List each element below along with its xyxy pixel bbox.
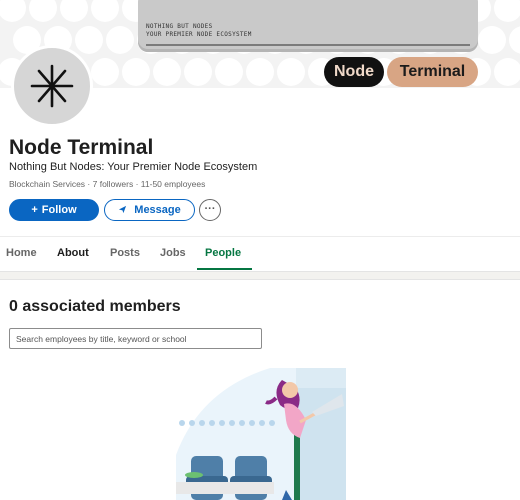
follow-button[interactable]: + Follow <box>9 199 99 221</box>
banner-dot <box>478 26 506 54</box>
banner-dot <box>91 58 119 86</box>
tab-jobs[interactable]: Jobs <box>160 247 186 259</box>
section-separator <box>0 271 520 280</box>
banner-dot <box>122 58 150 86</box>
members-count-heading: 0 associated members <box>9 298 181 315</box>
banner-dot <box>246 58 274 86</box>
banner-dot <box>0 0 26 22</box>
company-name: Node Terminal <box>9 136 154 159</box>
banner-screen-rule <box>146 44 470 46</box>
asterisk-logo-icon <box>30 64 74 108</box>
company-meta: Blockchain Services · 7 followers · 11-5… <box>9 179 206 189</box>
banner-dot <box>60 0 88 22</box>
empty-state-illustration <box>176 368 346 500</box>
tab-about[interactable]: About <box>57 247 89 259</box>
banner-screen-text: NOTHING BUT NODES YOUR PREMIER NODE ECOS… <box>146 23 252 39</box>
banner-screen-line-2: YOUR PREMIER NODE ECOSYSTEM <box>146 31 252 38</box>
message-button[interactable]: Message <box>104 199 195 221</box>
banner-dot <box>91 0 119 22</box>
banner-screen-graphic: NOTHING BUT NODES YOUR PREMIER NODE ECOS… <box>138 0 478 52</box>
banner-node-pill: Node <box>324 57 384 87</box>
banner-dot <box>509 26 520 54</box>
message-label: Message <box>134 204 181 216</box>
banner-dot <box>184 58 212 86</box>
banner-dot <box>277 58 305 86</box>
banner-terminal-pill: Terminal <box>387 57 478 87</box>
tab-posts[interactable]: Posts <box>110 247 140 259</box>
banner-dot <box>29 0 57 22</box>
banner-dot <box>106 26 134 54</box>
company-tagline: Nothing But Nodes: Your Premier Node Eco… <box>9 161 258 173</box>
active-tab-indicator <box>197 268 252 270</box>
page-tabs: Home About Posts Jobs People <box>0 237 520 271</box>
banner-dot <box>215 58 243 86</box>
company-logo[interactable] <box>11 45 93 127</box>
employee-search-input[interactable] <box>9 328 262 349</box>
banner-dot <box>494 58 520 86</box>
plus-icon: + <box>31 204 38 216</box>
banner-screen-line-1: NOTHING BUT NODES <box>146 23 213 30</box>
banner-dot <box>153 58 181 86</box>
tab-people[interactable]: People <box>205 247 241 259</box>
banner-dot <box>494 0 520 22</box>
more-options-button[interactable]: ··· <box>199 199 221 221</box>
tab-home[interactable]: Home <box>6 247 37 259</box>
send-icon <box>118 204 130 216</box>
follow-label: Follow <box>41 204 77 216</box>
